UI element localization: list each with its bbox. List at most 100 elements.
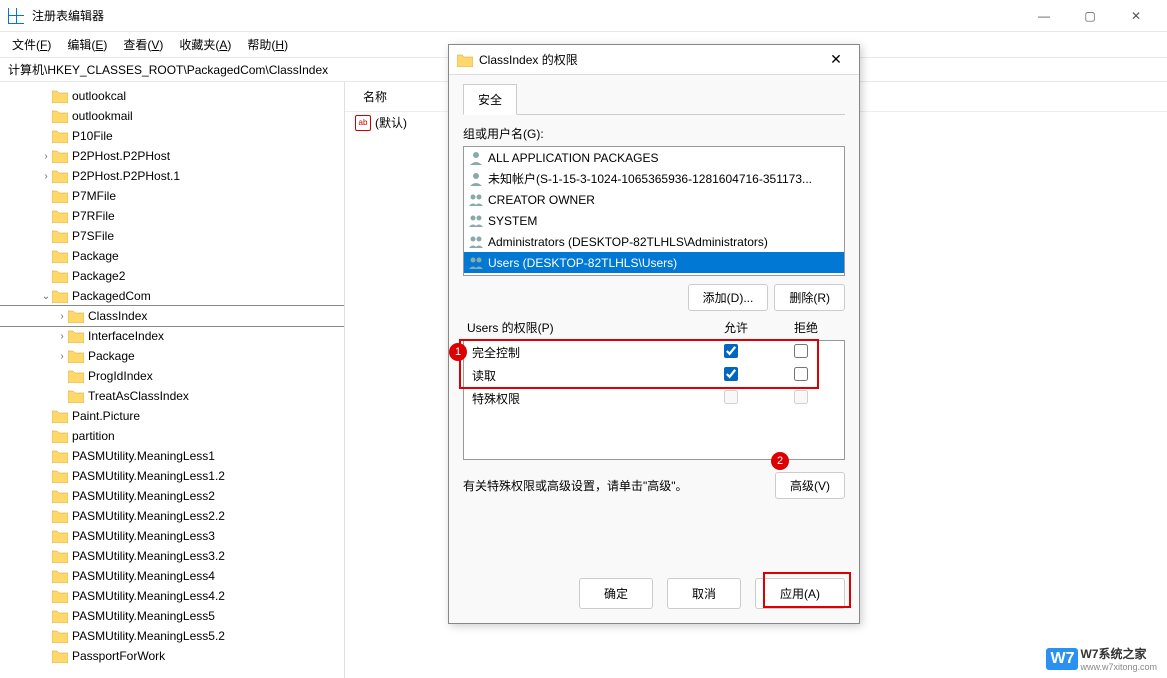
tree-item[interactable]: PASMUtility.MeaningLess2.2 xyxy=(0,506,344,526)
tree-label: ProgIdIndex xyxy=(88,369,153,383)
tree-item[interactable]: ⌄ PackagedCom xyxy=(0,286,344,306)
tree-item[interactable]: ›Package xyxy=(0,346,344,366)
value-name: (默认) xyxy=(375,114,407,131)
tree-item[interactable]: ›P2PHost.P2PHost xyxy=(0,146,344,166)
tree-label: P7RFile xyxy=(72,209,115,223)
remove-button[interactable]: 删除(R) xyxy=(774,284,845,311)
tree-item[interactable]: outlookcal xyxy=(0,86,344,106)
dialog-close-button[interactable]: ✕ xyxy=(821,51,851,68)
group-label: 未知帐户(S-1-15-3-1024-1065365936-1281604716… xyxy=(488,170,812,187)
menu-a[interactable]: 收藏夹(A) xyxy=(171,32,239,57)
expander-icon[interactable]: › xyxy=(56,351,68,362)
tree-item[interactable]: P7MFile xyxy=(0,186,344,206)
tree-label: PASMUtility.MeaningLess1 xyxy=(72,449,215,463)
tree-item[interactable]: PASMUtility.MeaningLess3.2 xyxy=(0,546,344,566)
tree-item[interactable]: PASMUtility.MeaningLess4 xyxy=(0,566,344,586)
tree-item[interactable]: PASMUtility.MeaningLess1 xyxy=(0,446,344,466)
advanced-hint: 有关特殊权限或高级设置，请单击"高级"。 xyxy=(463,477,769,494)
expander-icon[interactable]: › xyxy=(40,151,52,162)
maximize-button[interactable]: ▢ xyxy=(1067,0,1113,32)
group-list[interactable]: ALL APPLICATION PACKAGES 未知帐户(S-1-15-3-10… xyxy=(463,146,845,276)
allow-checkbox[interactable] xyxy=(724,390,738,404)
perm-row: 特殊权限 xyxy=(464,387,844,410)
group-label: Users (DESKTOP-82TLHLS\Users) xyxy=(488,256,677,270)
people-icon xyxy=(468,213,484,229)
tree-label: PASMUtility.MeaningLess4.2 xyxy=(72,589,225,603)
tree-item[interactable]: partition xyxy=(0,426,344,446)
watermark-url: www.w7xitong.com xyxy=(1080,662,1157,672)
tab-security[interactable]: 安全 xyxy=(463,84,517,115)
tree-item[interactable]: PASMUtility.MeaningLess2 xyxy=(0,486,344,506)
tree-item[interactable]: PASMUtility.MeaningLess5 xyxy=(0,606,344,626)
tree-label: outlookcal xyxy=(72,89,126,103)
expander-icon[interactable]: › xyxy=(56,311,68,322)
tree-pane[interactable]: outlookcaloutlookmailP10File›P2PHost.P2P… xyxy=(0,82,345,678)
tree-item[interactable]: Paint.Picture xyxy=(0,406,344,426)
tree-item[interactable]: PASMUtility.MeaningLess1.2 xyxy=(0,466,344,486)
group-item[interactable]: Administrators (DESKTOP-82TLHLS\Administ… xyxy=(464,231,844,252)
expander-icon[interactable]: › xyxy=(40,171,52,182)
group-label: SYSTEM xyxy=(488,214,537,228)
perm-label: Users 的权限(P) xyxy=(467,319,701,336)
tree-item[interactable]: PassportForWork xyxy=(0,646,344,666)
menu-h[interactable]: 帮助(H) xyxy=(239,32,296,57)
col-deny: 拒绝 xyxy=(771,319,841,336)
tree-item[interactable]: PASMUtility.MeaningLess5.2 xyxy=(0,626,344,646)
tree-item[interactable]: P7SFile xyxy=(0,226,344,246)
expander-icon[interactable]: › xyxy=(56,331,68,342)
tree-item[interactable]: ProgIdIndex xyxy=(0,366,344,386)
person-icon xyxy=(468,171,484,187)
tree-label: ClassIndex xyxy=(88,309,147,323)
perm-header: Users 的权限(P) 允许 拒绝 xyxy=(463,319,845,340)
expander-icon[interactable]: ⌄ xyxy=(40,291,52,302)
tree-label: PASMUtility.MeaningLess2 xyxy=(72,489,215,503)
perm-name: 特殊权限 xyxy=(472,390,696,407)
menu-e[interactable]: 编辑(E) xyxy=(59,32,115,57)
ok-button[interactable]: 确定 xyxy=(579,578,653,609)
tree-label: P7SFile xyxy=(72,229,114,243)
tree-label: Paint.Picture xyxy=(72,409,140,423)
group-buttons: 添加(D)... 删除(R) xyxy=(463,284,845,311)
dialog-body: 安全 组或用户名(G): ALL APPLICATION PACKAGES未知帐… xyxy=(449,75,859,568)
minimize-button[interactable]: — xyxy=(1021,0,1067,32)
group-label: ALL APPLICATION PACKAGES xyxy=(488,151,659,165)
group-item[interactable]: CREATOR OWNER xyxy=(464,189,844,210)
tree-label: PackagedCom xyxy=(72,289,151,303)
group-item[interactable]: Users (DESKTOP-82TLHLS\Users) xyxy=(464,252,844,273)
tree-label: partition xyxy=(72,429,115,443)
menu-f[interactable]: 文件(F) xyxy=(4,32,59,57)
col-name[interactable]: 名称 xyxy=(355,86,395,107)
cancel-button[interactable]: 取消 xyxy=(667,578,741,609)
tree-item[interactable]: › ClassIndex xyxy=(0,306,344,326)
group-item[interactable]: 未知帐户(S-1-15-3-1024-1065365936-1281604716… xyxy=(464,168,844,189)
tree-item[interactable]: Package xyxy=(0,246,344,266)
person-icon xyxy=(468,150,484,166)
tree-item[interactable]: outlookmail xyxy=(0,106,344,126)
address-text: 计算机\HKEY_CLASSES_ROOT\PackagedCom\ClassI… xyxy=(8,61,328,78)
tree-item[interactable]: TreatAsClassIndex xyxy=(0,386,344,406)
tree-label: PASMUtility.MeaningLess3.2 xyxy=(72,549,225,563)
tree-item[interactable]: PASMUtility.MeaningLess3 xyxy=(0,526,344,546)
tree-label: TreatAsClassIndex xyxy=(88,389,189,403)
deny-checkbox[interactable] xyxy=(794,390,808,404)
add-button[interactable]: 添加(D)... xyxy=(688,284,769,311)
annotation-highlight-2 xyxy=(763,572,851,608)
tree-label: PASMUtility.MeaningLess5.2 xyxy=(72,629,225,643)
advanced-button[interactable]: 高级(V) xyxy=(775,472,845,499)
tree-item[interactable]: ›P2PHost.P2PHost.1 xyxy=(0,166,344,186)
group-item[interactable]: ALL APPLICATION PACKAGES xyxy=(464,147,844,168)
tree-item[interactable]: Package2 xyxy=(0,266,344,286)
permissions-dialog: ClassIndex 的权限 ✕ 安全 组或用户名(G): ALL APPLIC… xyxy=(448,44,860,624)
tree-item[interactable]: PASMUtility.MeaningLess4.2 xyxy=(0,586,344,606)
window-title: 注册表编辑器 xyxy=(32,7,104,24)
tree-label: PassportForWork xyxy=(72,649,165,663)
tree-item[interactable]: P10File xyxy=(0,126,344,146)
people-icon xyxy=(468,192,484,208)
watermark-logo: W7 xyxy=(1046,648,1078,670)
col-allow: 允许 xyxy=(701,319,771,336)
close-button[interactable]: ✕ xyxy=(1113,0,1159,32)
tree-item[interactable]: ›InterfaceIndex xyxy=(0,326,344,346)
group-item[interactable]: SYSTEM xyxy=(464,210,844,231)
tree-item[interactable]: P7RFile xyxy=(0,206,344,226)
menu-v[interactable]: 查看(V) xyxy=(115,32,171,57)
